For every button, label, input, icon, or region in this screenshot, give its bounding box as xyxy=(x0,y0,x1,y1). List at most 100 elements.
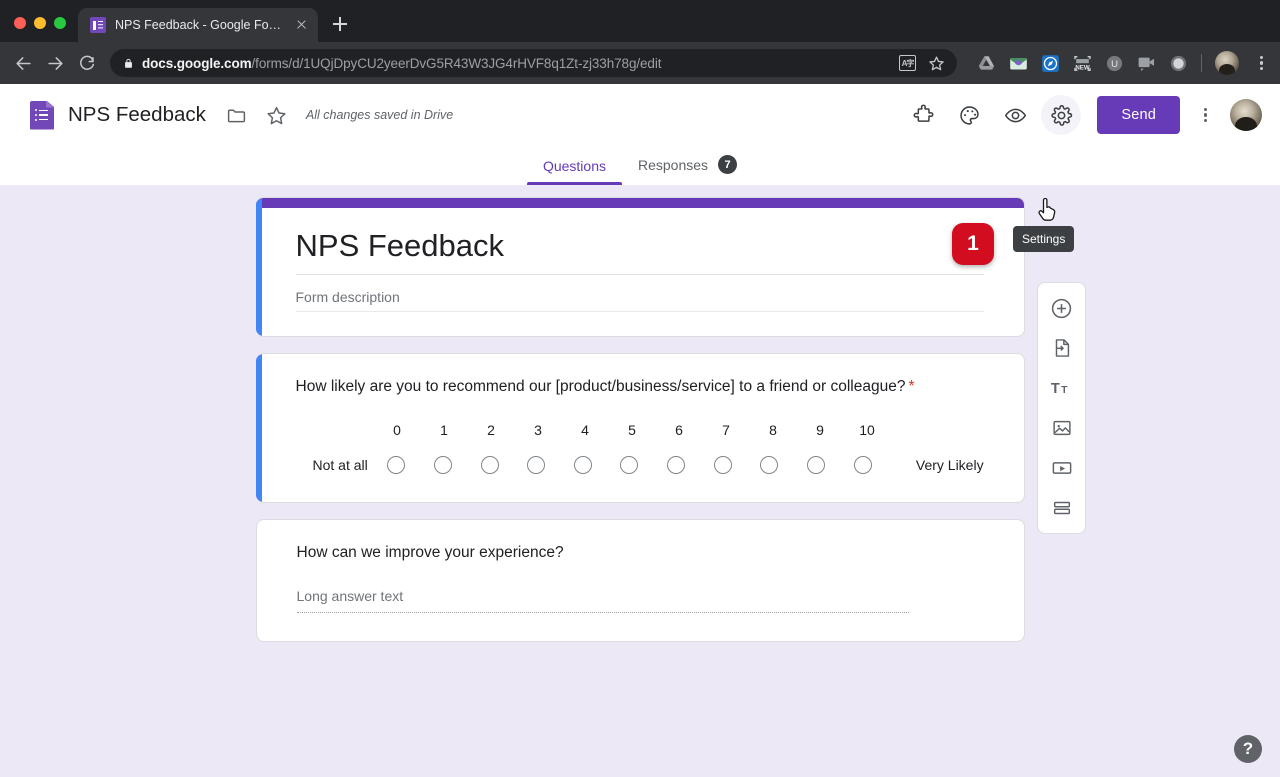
star-icon[interactable] xyxy=(928,55,945,72)
new-badge-icon[interactable]: NEW xyxy=(1073,54,1092,73)
tab-responses[interactable]: Responses 7 xyxy=(622,155,753,185)
window-controls xyxy=(0,17,78,42)
add-question-icon[interactable] xyxy=(1042,291,1082,325)
scale-number: 7 xyxy=(703,422,750,438)
linear-scale: 0 1 2 3 4 5 6 7 8 9 10 Not at all xyxy=(296,422,984,474)
forward-arrow-icon[interactable] xyxy=(40,48,70,78)
google-forms-favicon xyxy=(90,17,106,33)
compass-icon[interactable] xyxy=(1041,54,1060,73)
tab-questions[interactable]: Questions xyxy=(527,158,622,185)
browser-toolbar: docs.google.com/forms/d/1UQjDpyCU2yeerDv… xyxy=(0,42,1280,84)
question-tools-toolbar: TT xyxy=(1037,282,1086,534)
form-description-input[interactable]: Form description xyxy=(296,275,984,312)
add-title-icon[interactable]: TT xyxy=(1042,371,1082,405)
minimize-window-button[interactable] xyxy=(34,17,46,29)
palette-icon[interactable] xyxy=(949,95,989,135)
new-tab-button[interactable] xyxy=(326,10,354,38)
scale-radio-cell-5[interactable] xyxy=(606,456,653,474)
scale-radio-cell-3[interactable] xyxy=(513,456,560,474)
google-drive-icon[interactable] xyxy=(977,54,996,73)
kebab-menu-icon[interactable] xyxy=(1252,54,1270,72)
scale-radio-cell-10[interactable] xyxy=(839,456,886,474)
radio-button[interactable] xyxy=(807,456,825,474)
gmail-icon[interactable] xyxy=(1009,54,1028,73)
chat-icon[interactable] xyxy=(1137,54,1156,73)
add-section-icon[interactable] xyxy=(1042,491,1082,525)
scale-radio-cell-7[interactable] xyxy=(699,456,746,474)
long-answer-placeholder: Long answer text xyxy=(297,588,909,612)
url-domain: docs.google.com xyxy=(142,56,252,71)
star-outline-icon[interactable] xyxy=(260,98,294,132)
radio-button[interactable] xyxy=(714,456,732,474)
scale-number: 1 xyxy=(421,422,468,438)
form-title-card[interactable]: NPS Feedback Form description xyxy=(256,197,1025,337)
forms-header-top-row: NPS Feedback All changes saved in Drive xyxy=(0,84,1280,146)
svg-text:NEW: NEW xyxy=(1075,64,1090,71)
google-forms-logo[interactable] xyxy=(30,101,54,130)
scale-radio-cell-8[interactable] xyxy=(746,456,793,474)
radio-button[interactable] xyxy=(854,456,872,474)
toolbar-divider xyxy=(1201,54,1202,72)
account-avatar[interactable] xyxy=(1230,99,1262,131)
close-icon[interactable] xyxy=(293,17,309,33)
radio-button[interactable] xyxy=(387,456,405,474)
scale-number: 0 xyxy=(374,422,421,438)
close-window-button[interactable] xyxy=(14,17,26,29)
scale-number: 4 xyxy=(562,422,609,438)
page-content: NPS Feedback All changes saved in Drive xyxy=(0,84,1280,777)
radio-button[interactable] xyxy=(760,456,778,474)
circle-icon[interactable] xyxy=(1169,54,1188,73)
scale-number-row: 0 1 2 3 4 5 6 7 8 9 10 xyxy=(374,422,984,438)
u-circle-icon[interactable]: U xyxy=(1105,54,1124,73)
puzzle-piece-icon[interactable] xyxy=(903,95,943,135)
radio-button[interactable] xyxy=(667,456,685,474)
svg-text:T: T xyxy=(1061,385,1068,396)
browser-title-bar: NPS Feedback - Google Forms xyxy=(0,0,1280,42)
question-card-linear-scale[interactable]: How likely are you to recommend our [pro… xyxy=(256,353,1025,503)
forms-tabs: Questions Responses 7 xyxy=(0,146,1280,185)
form-title-input[interactable]: NPS Feedback xyxy=(296,228,984,275)
answer-underline xyxy=(297,612,909,613)
scale-radio-cell-0[interactable] xyxy=(373,456,420,474)
radio-button[interactable] xyxy=(620,456,638,474)
form-accent-bar xyxy=(256,198,1024,208)
long-answer-field[interactable]: Long answer text xyxy=(297,588,909,613)
radio-button[interactable] xyxy=(527,456,545,474)
scale-radio-cell-6[interactable] xyxy=(653,456,700,474)
radio-button[interactable] xyxy=(481,456,499,474)
scale-radio-cell-9[interactable] xyxy=(793,456,840,474)
profile-avatar[interactable] xyxy=(1215,51,1239,75)
scale-number: 5 xyxy=(609,422,656,438)
eye-icon[interactable] xyxy=(995,95,1035,135)
maximize-window-button[interactable] xyxy=(54,17,66,29)
send-button[interactable]: Send xyxy=(1097,96,1180,134)
question-title: How likely are you to recommend our [pro… xyxy=(296,378,984,396)
add-image-icon[interactable] xyxy=(1042,411,1082,445)
settings-tooltip: Settings xyxy=(1013,226,1074,252)
tab-questions-label: Questions xyxy=(543,158,606,174)
scale-radio-cell-4[interactable] xyxy=(560,456,607,474)
add-video-icon[interactable] xyxy=(1042,451,1082,485)
svg-text:T: T xyxy=(1050,381,1059,397)
folder-icon[interactable] xyxy=(220,98,254,132)
back-arrow-icon[interactable] xyxy=(8,48,38,78)
document-title[interactable]: NPS Feedback xyxy=(68,103,206,127)
radio-button[interactable] xyxy=(574,456,592,474)
scale-radio-row: Not at all Very Likely xyxy=(296,456,984,474)
import-questions-icon[interactable] xyxy=(1042,331,1082,365)
browser-tab[interactable]: NPS Feedback - Google Forms xyxy=(78,8,318,42)
help-button[interactable]: ? xyxy=(1234,735,1262,763)
address-bar[interactable]: docs.google.com/forms/d/1UQjDpyCU2yeerDv… xyxy=(110,49,957,77)
question-card-long-answer[interactable]: How can we improve your experience? Long… xyxy=(256,519,1025,642)
address-bar-url: docs.google.com/forms/d/1UQjDpyCU2yeerDv… xyxy=(142,56,891,71)
gear-icon[interactable] xyxy=(1041,95,1081,135)
reload-icon[interactable] xyxy=(72,48,102,78)
translate-icon[interactable]: A字 xyxy=(899,55,916,71)
scale-radio-cell-1[interactable] xyxy=(420,456,467,474)
forms-header: NPS Feedback All changes saved in Drive xyxy=(0,84,1280,185)
omnibox-actions: A字 xyxy=(899,55,945,72)
scale-radio-cell-2[interactable] xyxy=(466,456,513,474)
radio-button[interactable] xyxy=(434,456,452,474)
more-options-icon[interactable] xyxy=(1196,106,1214,124)
step-badge-1: 1 xyxy=(952,223,994,265)
